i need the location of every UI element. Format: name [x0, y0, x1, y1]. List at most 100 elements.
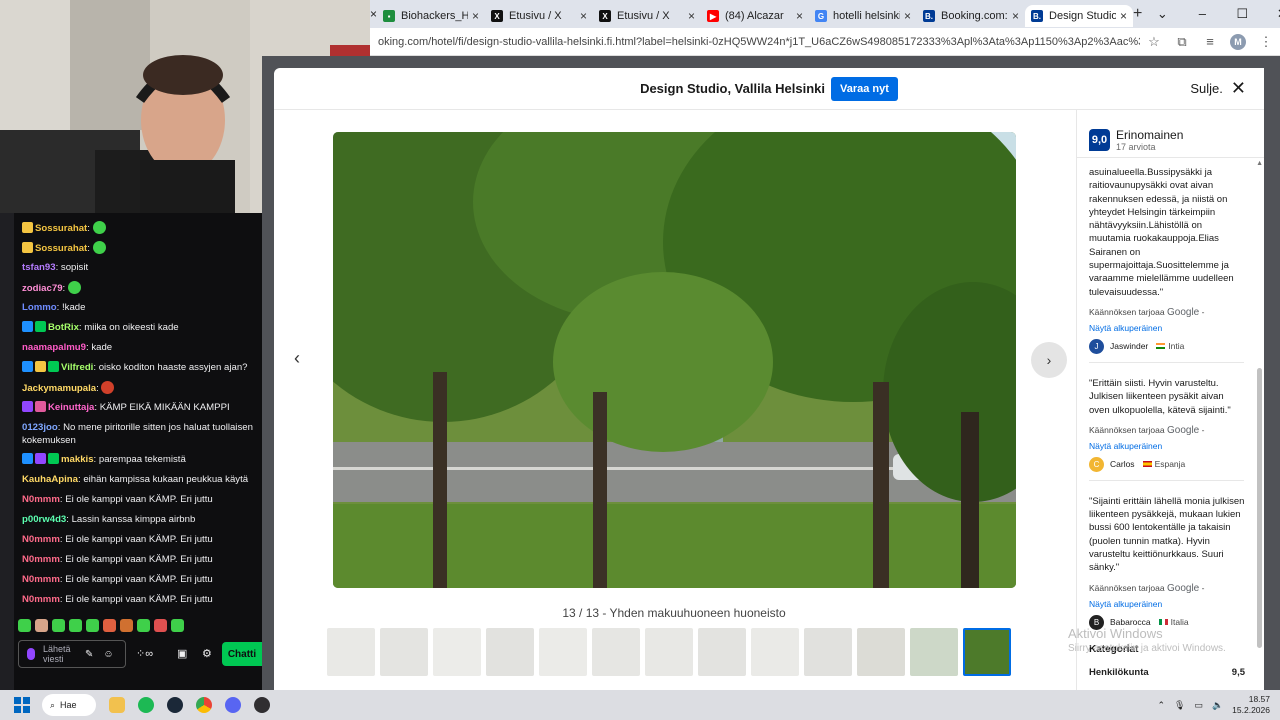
photo-thumbnail[interactable] — [963, 628, 1011, 676]
emote-picker-icon[interactable]: ☺ — [103, 649, 113, 660]
photo-thumbnail[interactable] — [645, 628, 693, 676]
chat-username[interactable]: N0mmm — [22, 494, 60, 505]
bits-icon[interactable]: ✎ — [85, 649, 93, 660]
chat-username[interactable]: 0123joo — [22, 422, 58, 433]
photo-thumbnail[interactable] — [698, 628, 746, 676]
tab-close-icon[interactable]: × — [580, 9, 587, 23]
tab-favicon-icon: X — [491, 10, 504, 22]
chrome-icon[interactable] — [196, 697, 212, 713]
photo-thumbnail[interactable] — [539, 628, 587, 676]
photo-thumbnail[interactable] — [910, 628, 958, 676]
photo-thumbnail[interactable] — [804, 628, 852, 676]
chat-username[interactable]: p00rw4d3 — [22, 514, 66, 525]
previous-photo-button[interactable]: ‹ — [294, 348, 300, 369]
browser-tab[interactable]: ▪ Biohackers_Han × — [377, 5, 485, 27]
scrollbar-thumb[interactable] — [1257, 368, 1262, 648]
points-icon[interactable]: ⁘∞ — [136, 647, 153, 660]
browser-tab[interactable]: Ghotelli helsinki - × — [809, 5, 917, 27]
emote-icon[interactable] — [86, 619, 99, 632]
photo-thumbnail[interactable] — [486, 628, 534, 676]
chat-username[interactable]: Sossurahat — [35, 243, 87, 254]
chevron-down-icon[interactable]: ⌄ — [1142, 6, 1182, 22]
photo-thumbnail[interactable] — [433, 628, 481, 676]
photo-thumbnail[interactable] — [327, 628, 375, 676]
tab-close-icon[interactable]: × — [370, 7, 377, 21]
chat-username[interactable]: makkis — [61, 454, 94, 465]
profile-button[interactable]: M — [1224, 33, 1252, 50]
clock[interactable]: 18.57 15.2.2026 — [1232, 694, 1270, 716]
show-original-link[interactable]: Näytä alkuperäinen — [1089, 441, 1264, 451]
minimize-icon[interactable]: – — [1182, 6, 1222, 22]
chat-username[interactable]: Jackymamupala — [22, 383, 96, 394]
chat-username[interactable]: Lommo — [22, 302, 57, 313]
next-photo-button[interactable]: › — [1031, 342, 1067, 378]
chat-username[interactable]: N0mmm — [22, 594, 60, 605]
store-icon[interactable]: ▣ — [177, 647, 187, 660]
chat-send-button[interactable]: Chatti — [222, 642, 262, 666]
emote-icon[interactable] — [35, 619, 48, 632]
microphone-icon[interactable] — [27, 648, 35, 660]
taskbar-search[interactable]: ⌕ Hae — [42, 694, 96, 716]
browser-tab[interactable]: B. Design Studio, V × — [1025, 5, 1134, 27]
chat-username[interactable]: N0mmm — [22, 534, 60, 545]
maximize-icon[interactable]: ☐ — [1222, 6, 1262, 22]
emote-icon[interactable] — [154, 619, 167, 632]
browser-tab[interactable]: ▶ (84) Alcazar × — [701, 5, 809, 27]
show-original-link[interactable]: Näytä alkuperäinen — [1089, 323, 1264, 333]
chat-username[interactable]: Vilfredi — [61, 362, 93, 373]
reading-list-icon[interactable]: ≡ — [1196, 34, 1224, 49]
extensions-icon[interactable]: ⧉ — [1168, 34, 1196, 50]
browser-tab[interactable]: B. Booking.com: H × — [917, 5, 1025, 27]
tab-close-icon[interactable]: × — [1012, 9, 1019, 23]
photo-thumbnail[interactable] — [857, 628, 905, 676]
browser-tab[interactable]: X Etusivu / X × — [485, 5, 593, 27]
tab-close-icon[interactable]: × — [796, 9, 803, 23]
volume-icon[interactable]: 🔈 — [1212, 700, 1223, 711]
emote-icon[interactable] — [120, 619, 133, 632]
settings-icon[interactable]: ⚙ — [202, 647, 212, 660]
network-icon[interactable]: ▭ — [1194, 700, 1203, 711]
file-explorer-icon[interactable] — [109, 697, 125, 713]
browser-tab[interactable]: X Etusivu / X × — [593, 5, 701, 27]
chat-username[interactable]: N0mmm — [22, 574, 60, 585]
chat-input[interactable]: Lähetä viesti ✎ ☺ — [18, 640, 126, 668]
emote-icon[interactable] — [69, 619, 82, 632]
emote-icon[interactable] — [103, 619, 116, 632]
book-now-button[interactable]: Varaa nyt — [831, 76, 898, 101]
emote-icon[interactable] — [52, 619, 65, 632]
scroll-up-arrow[interactable]: ▲ — [1256, 160, 1263, 167]
chat-username[interactable]: Sossurahat — [35, 223, 87, 234]
chat-username[interactable]: tsfan93 — [22, 262, 56, 273]
chat-badge-icon — [22, 242, 33, 253]
chat-username[interactable]: zodiac79 — [22, 283, 63, 294]
show-original-link[interactable]: Näytä alkuperäinen — [1089, 599, 1264, 609]
tab-close-icon[interactable]: × — [904, 9, 911, 23]
spotify-icon[interactable] — [138, 697, 154, 713]
bookmark-star-icon[interactable]: ☆ — [1140, 34, 1168, 50]
tab-close-icon[interactable]: × — [1120, 9, 1127, 23]
url-field[interactable]: oking.com/hotel/fi/design-studio-vallila… — [370, 36, 1140, 48]
windows-start-icon[interactable] — [14, 697, 30, 713]
tab-close-icon[interactable]: × — [472, 9, 479, 23]
discord-icon[interactable] — [225, 697, 241, 713]
tray-chevron-icon[interactable]: ⌃ — [1157, 700, 1165, 711]
close-window-icon[interactable]: ✕ — [1262, 6, 1280, 22]
chat-username[interactable]: BotRix — [48, 322, 79, 333]
new-tab-button[interactable]: + — [1133, 5, 1142, 23]
emote-icon[interactable] — [18, 619, 31, 632]
emote-icon[interactable] — [171, 619, 184, 632]
steam-icon[interactable] — [167, 697, 183, 713]
emote-icon[interactable] — [137, 619, 150, 632]
menu-icon[interactable]: ⋮ — [1252, 34, 1280, 50]
close-button[interactable]: Sulje. ✕ — [1190, 79, 1246, 97]
chat-username[interactable]: N0mmm — [22, 554, 60, 565]
tab-close-icon[interactable]: × — [688, 9, 695, 23]
photo-thumbnail[interactable] — [592, 628, 640, 676]
chat-username[interactable]: KauhaApina — [22, 474, 78, 485]
microphone-tray-icon[interactable]: 🎙 — [1174, 700, 1185, 711]
chat-username[interactable]: naamapalmu9 — [22, 342, 86, 353]
obs-icon[interactable] — [254, 697, 270, 713]
chat-username[interactable]: Keinuttaja — [48, 402, 94, 413]
photo-thumbnail[interactable] — [380, 628, 428, 676]
photo-thumbnail[interactable] — [751, 628, 799, 676]
